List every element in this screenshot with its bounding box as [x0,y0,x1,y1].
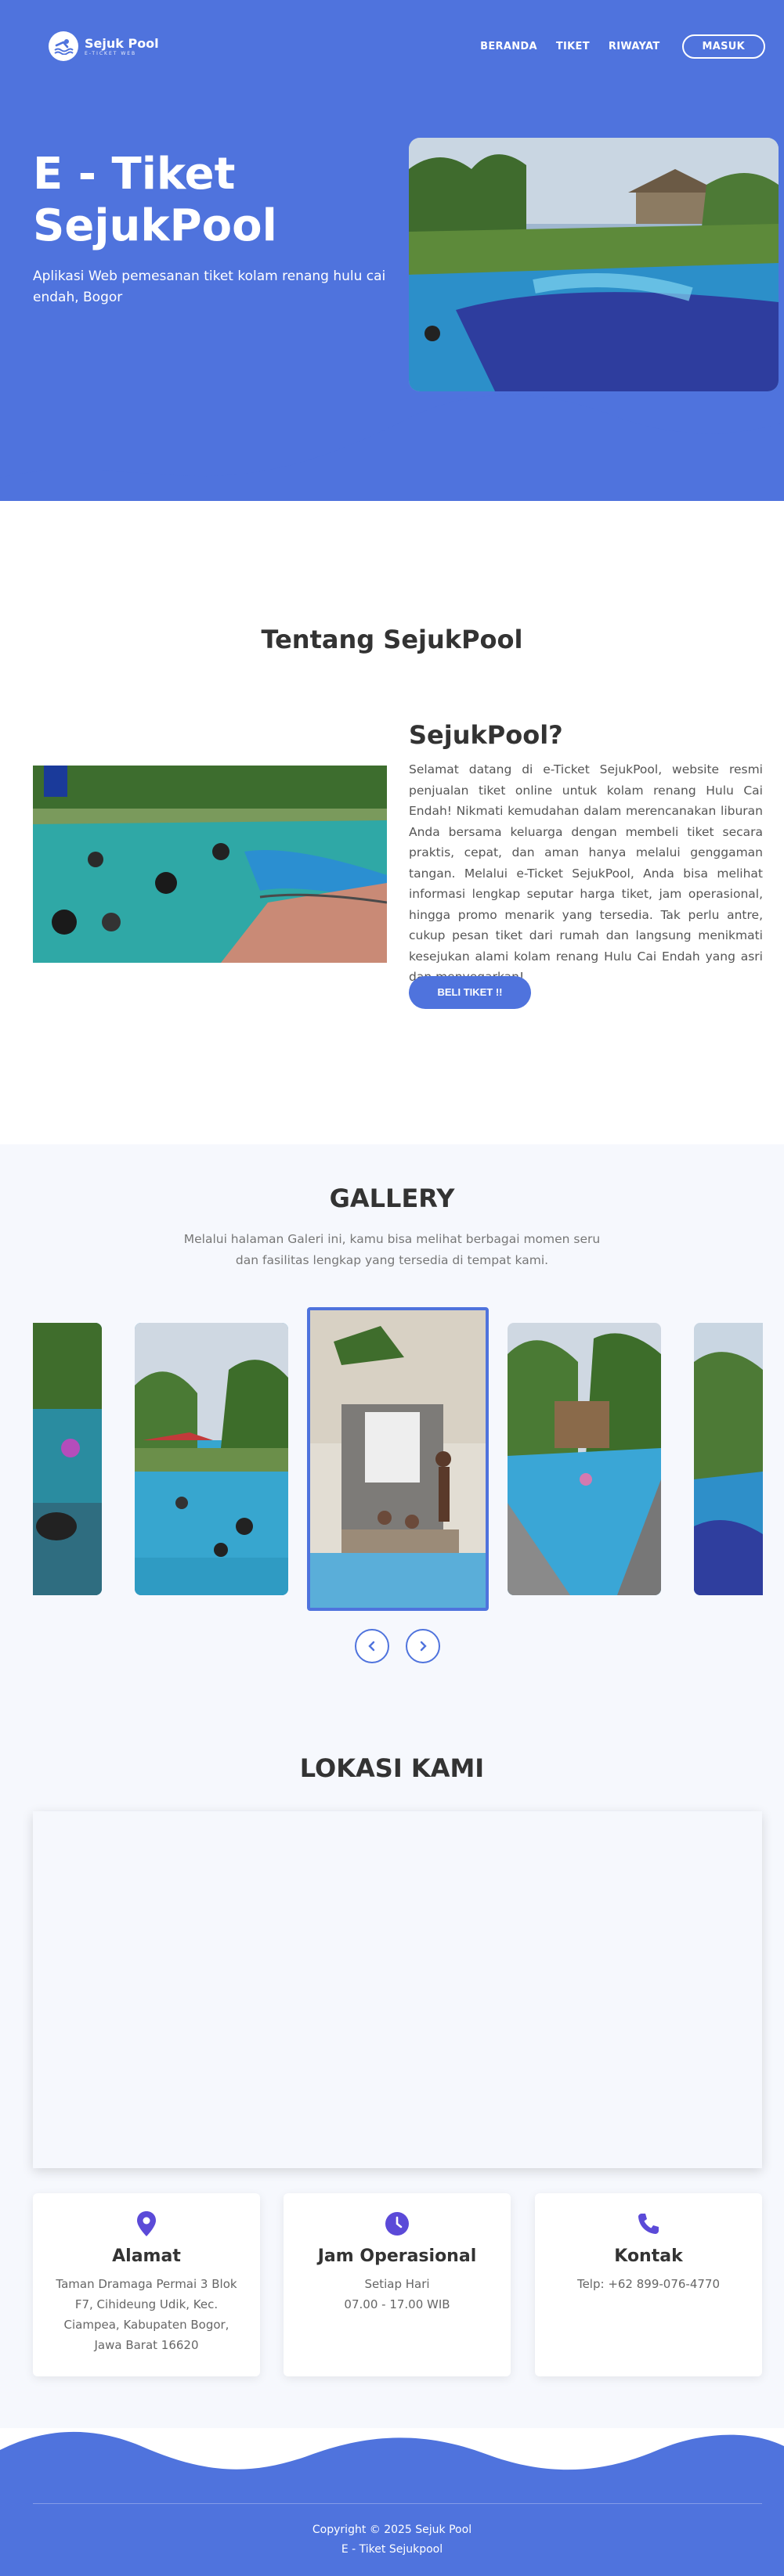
map-pin-icon [133,2210,160,2237]
gallery-title: GALLERY [329,1184,455,1213]
chevron-left-icon [368,1641,375,1652]
footer-subtitle: E - Tiket Sejukpool [341,2543,443,2556]
brand-name: Sejuk Pool [85,35,159,51]
nav-tiket[interactable]: TIKET [556,41,590,52]
gallery-image[interactable] [135,1323,288,1595]
gallery-image[interactable] [508,1323,661,1595]
login-button[interactable]: MASUK [681,34,765,59]
footer-text: Copyright © 2025 Sejuk Pool E - Tiket Se… [0,2520,784,2560]
about-heading: SejukPool? [409,720,563,750]
hours-card: Jam Operasional Setiap Hari 07.00 - 17.0… [284,2193,511,2376]
hero-pool-image [409,138,779,391]
hours-title: Jam Operasional [317,2246,477,2266]
brand-tagline: E-TICKET WEB [85,50,137,56]
page: Sejuk Pool E-TICKET WEB BERANDA TIKET RI… [0,0,784,2576]
hero-description: Aplikasi Web pemesanan tiket kolam renan… [33,268,386,305]
phone-icon [635,2210,662,2237]
gallery-description: Melalui halaman Galeri ini, kamu bisa me… [183,1232,601,1267]
buy-ticket-button[interactable]: BELI TIKET !! [409,976,531,1009]
top-nav: BERANDA TIKET RIWAYAT MASUK [461,34,765,59]
hours-text: Setiap Hari 07.00 - 17.00 WIB [344,2277,450,2311]
contact-text: Telp: +62 899-076-4770 [576,2277,721,2291]
gallery-prev-button[interactable] [355,1629,389,1663]
address-card: Alamat Taman Dramaga Permai 3 Blok F7, C… [33,2193,260,2376]
address-text: Taman Dramaga Permai 3 Blok F7, Cihideun… [56,2277,237,2352]
contact-card: Kontak Telp: +62 899-076-4770 [535,2193,762,2376]
chevron-right-icon [420,1641,427,1652]
gallery-next-button[interactable] [406,1629,440,1663]
about-section-title: Tentang SejukPool [261,625,523,654]
footer-divider [33,2503,762,2504]
logo[interactable]: Sejuk Pool E-TICKET WEB [49,31,159,61]
nav-riwayat[interactable]: RIWAYAT [609,41,660,52]
about-pool-image [33,766,387,963]
location-title: LOKASI KAMI [299,1753,485,1783]
gallery-image[interactable] [694,1323,763,1595]
footer-copyright: Copyright © 2025 Sejuk Pool [312,2524,472,2536]
clock-icon [384,2210,410,2237]
logo-icon [49,31,78,61]
nav-beranda[interactable]: BERANDA [480,41,537,52]
about-paragraph: Selamat datang di e-Ticket SejukPool, we… [409,762,763,984]
hero-title: E - Tiket SejukPool [33,149,277,251]
gallery-image[interactable] [33,1323,102,1595]
contact-title: Kontak [614,2246,683,2266]
address-title: Alamat [112,2246,181,2266]
gallery-image-active[interactable] [307,1307,489,1611]
location-map[interactable] [33,1811,762,2168]
